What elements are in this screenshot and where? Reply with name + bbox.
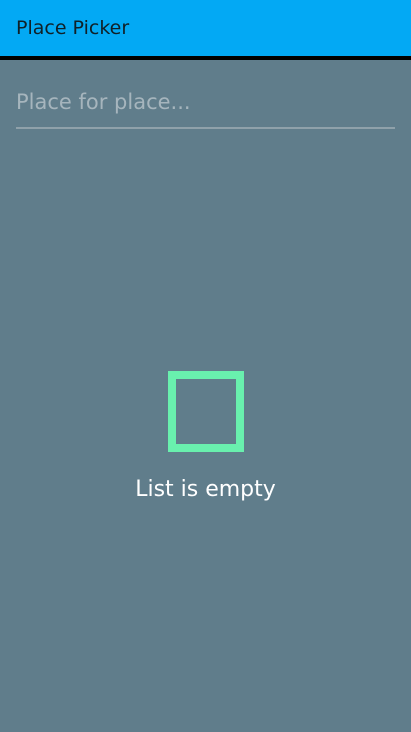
app-bar: Place Picker bbox=[0, 0, 411, 56]
search-field[interactable] bbox=[16, 84, 395, 130]
place-picker-screen: Place Picker List is empty bbox=[0, 0, 411, 732]
app-bar-divider bbox=[0, 56, 411, 60]
empty-state: List is empty bbox=[0, 371, 411, 511]
search-input[interactable] bbox=[16, 84, 395, 120]
app-title: Place Picker bbox=[16, 17, 130, 39]
search-underline bbox=[16, 127, 395, 129]
empty-square-icon bbox=[168, 371, 244, 452]
empty-list-message: List is empty bbox=[135, 477, 276, 502]
